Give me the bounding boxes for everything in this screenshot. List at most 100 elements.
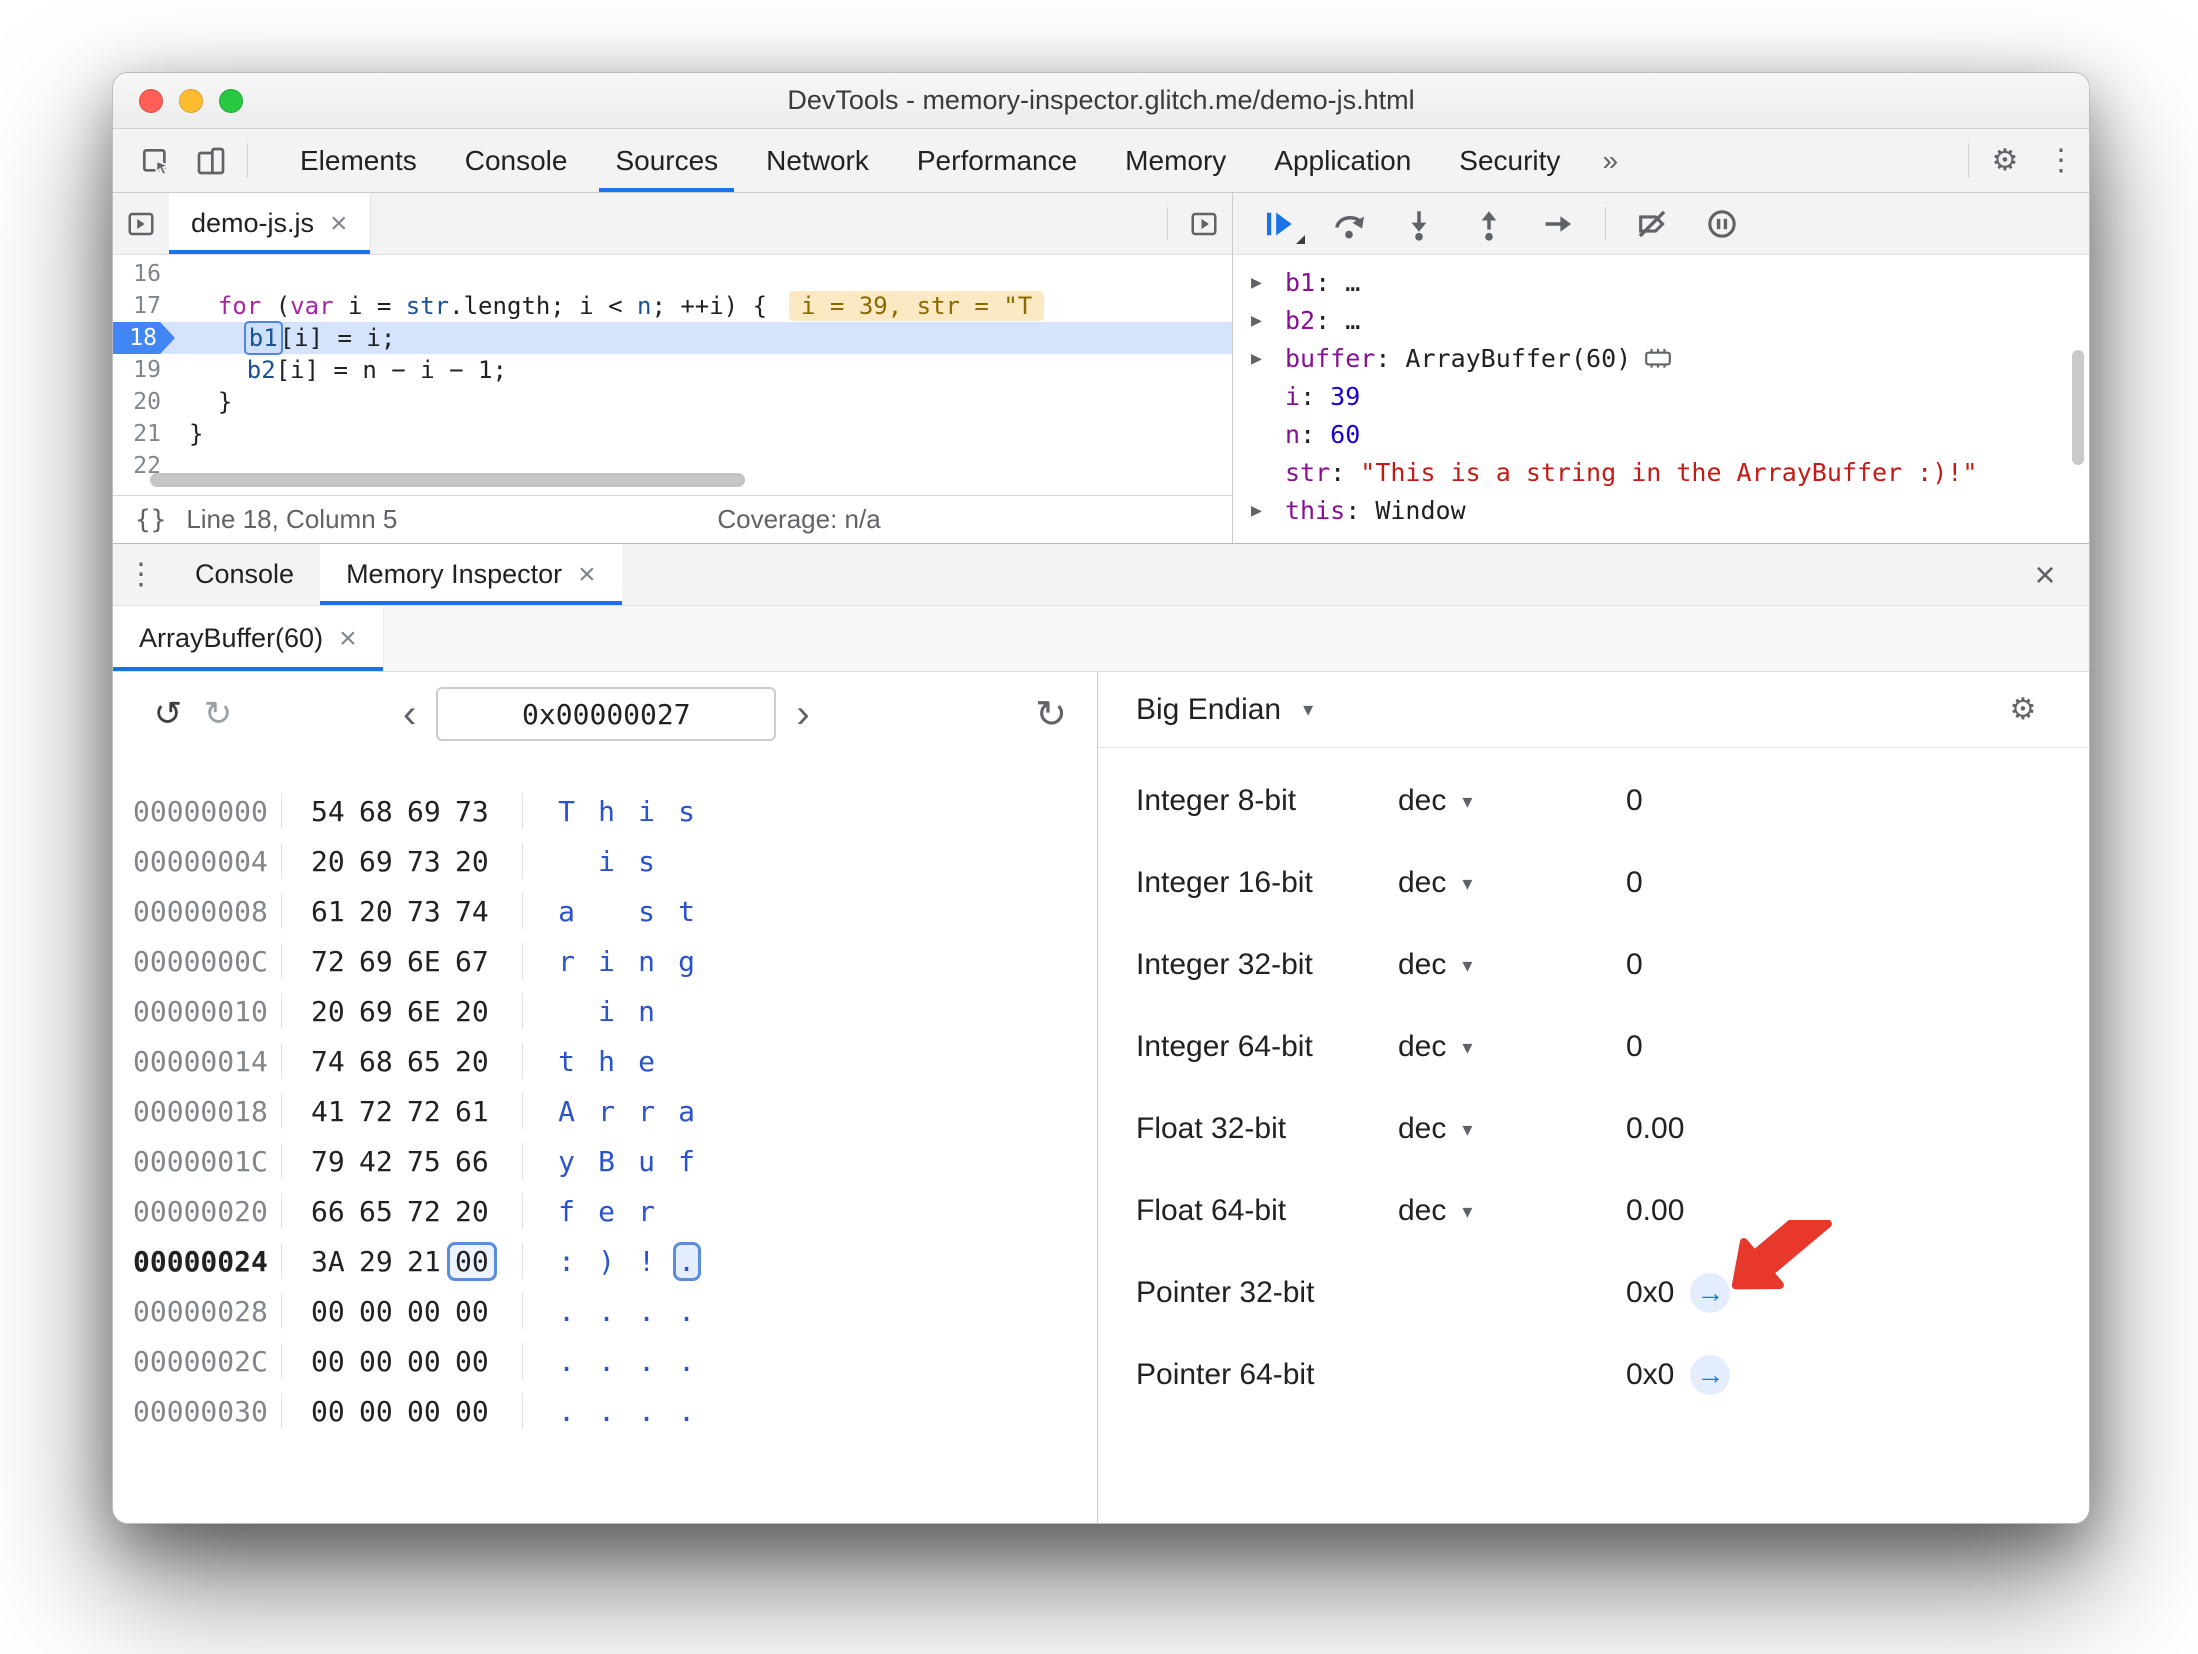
memory-byte[interactable]: 00 (404, 1342, 452, 1381)
more-tabs-button[interactable]: » (1584, 129, 1636, 192)
drawer-tab-console[interactable]: Console (169, 544, 320, 605)
memory-byte[interactable]: 72 (356, 1092, 404, 1131)
next-page-icon[interactable]: › (796, 694, 809, 734)
device-toolbar-icon[interactable] (183, 129, 239, 192)
memory-byte[interactable]: 00 (452, 1392, 500, 1431)
memory-ascii-char[interactable]: : (549, 1242, 589, 1281)
step-into-button[interactable] (1387, 198, 1451, 250)
memory-byte[interactable]: 75 (404, 1142, 452, 1181)
disclosure-icon[interactable]: ▶ (1251, 500, 1285, 521)
tab-network[interactable]: Network (742, 129, 893, 192)
tab-security[interactable]: Security (1435, 129, 1584, 192)
memory-byte[interactable]: 69 (404, 792, 452, 831)
memory-ascii-char[interactable]: u (629, 1142, 669, 1181)
memory-ascii-char[interactable]: . (549, 1342, 589, 1381)
tab-application[interactable]: Application (1250, 129, 1435, 192)
memory-byte[interactable]: 20 (308, 842, 356, 881)
close-icon[interactable]: × (578, 558, 596, 592)
memory-ascii-char[interactable]: . (669, 1292, 709, 1331)
scope-row-this[interactable]: ▶ this: Window (1233, 491, 2089, 529)
memory-ascii-char[interactable]: . (629, 1292, 669, 1331)
memory-byte[interactable]: 69 (356, 842, 404, 881)
memory-byte[interactable]: 29 (356, 1242, 404, 1281)
memory-ascii-char[interactable]: n (629, 992, 669, 1031)
scope-row-buffer[interactable]: ▶ buffer: ArrayBuffer(60) (1233, 339, 2089, 377)
kebab-menu-icon[interactable]: ⋮ (2033, 129, 2089, 192)
memory-ascii-char[interactable]: s (629, 892, 669, 931)
memory-byte[interactable]: 74 (308, 1042, 356, 1081)
memory-byte[interactable]: 00 (356, 1292, 404, 1331)
redo-icon[interactable]: ↻ (193, 694, 243, 734)
line-number[interactable]: 20 (113, 386, 175, 418)
memory-byte[interactable]: 66 (452, 1142, 500, 1181)
close-drawer-icon[interactable]: × (2017, 544, 2073, 605)
memory-ascii-char[interactable]: . (589, 1392, 629, 1431)
close-window-button[interactable] (139, 88, 163, 113)
memory-byte[interactable]: 6E (404, 992, 452, 1031)
memory-ascii-char[interactable]: . (589, 1292, 629, 1331)
line-number[interactable]: 18 (113, 322, 175, 354)
format-select[interactable]: dec ▾ (1398, 1112, 1626, 1146)
close-icon[interactable]: × (330, 207, 348, 241)
memory-byte[interactable]: 00 (356, 1342, 404, 1381)
tab-memory[interactable]: Memory (1101, 129, 1250, 192)
memory-byte[interactable]: 41 (308, 1092, 356, 1131)
address-input[interactable] (436, 687, 777, 741)
memory-ascii-char[interactable] (669, 1192, 709, 1231)
memory-byte[interactable]: 00 (452, 1342, 500, 1381)
memory-ascii-char[interactable]: . (669, 1392, 709, 1431)
memory-icon[interactable] (1643, 347, 1673, 369)
memory-byte[interactable]: 21 (404, 1242, 452, 1281)
memory-byte[interactable]: 79 (308, 1142, 356, 1181)
line-number[interactable]: 16 (113, 258, 175, 290)
memory-ascii-char[interactable]: f (549, 1192, 589, 1231)
memory-byte[interactable]: 69 (356, 992, 404, 1031)
memory-ascii-char[interactable] (549, 992, 589, 1031)
memory-byte[interactable]: 69 (356, 942, 404, 981)
memory-ascii-char[interactable]: s (669, 792, 709, 831)
memory-byte[interactable]: 68 (356, 1042, 404, 1081)
memory-byte[interactable]: 00 (308, 1342, 356, 1381)
memory-byte[interactable]: 20 (308, 992, 356, 1031)
zoom-window-button[interactable] (219, 88, 243, 113)
memory-byte[interactable]: 61 (452, 1092, 500, 1131)
memory-ascii-char[interactable]: r (629, 1192, 669, 1231)
memory-byte[interactable]: 00 (404, 1392, 452, 1431)
memory-ascii-char[interactable]: B (589, 1142, 629, 1181)
code-line[interactable]: 18 b1[i] = i; (113, 321, 1232, 355)
memory-ascii-char[interactable]: g (669, 942, 709, 981)
memory-ascii-char[interactable]: t (669, 892, 709, 931)
memory-byte[interactable]: 00 (308, 1392, 356, 1431)
memory-ascii-char[interactable]: r (549, 942, 589, 981)
memory-byte[interactable]: 20 (452, 1042, 500, 1081)
file-tab-demo-js[interactable]: demo-js.js × (169, 193, 371, 254)
drawer-tab-memory-inspector[interactable]: Memory Inspector × (320, 544, 622, 605)
close-icon[interactable]: × (339, 622, 357, 656)
disclosure-icon[interactable]: ▶ (1251, 310, 1285, 331)
pause-on-exceptions-button[interactable] (1690, 198, 1754, 250)
memory-ascii-char[interactable]: f (669, 1142, 709, 1181)
memory-byte[interactable]: 73 (404, 842, 452, 881)
memory-ascii-char[interactable]: . (549, 1292, 589, 1331)
tab-elements[interactable]: Elements (276, 129, 441, 192)
resume-script-button[interactable] (1247, 198, 1311, 250)
scope-row-b1[interactable]: ▶ b1: … (1233, 263, 2089, 301)
vertical-scrollbar[interactable] (2072, 350, 2084, 465)
memory-ascii-char[interactable]: . (669, 1342, 709, 1381)
step-out-button[interactable] (1457, 198, 1521, 250)
memory-ascii-char[interactable]: i (589, 842, 629, 881)
scope-row-n[interactable]: n: 60 (1233, 415, 2089, 453)
format-select[interactable]: dec ▾ (1398, 866, 1626, 900)
memory-ascii-char[interactable]: . (669, 1241, 709, 1281)
memory-byte[interactable]: 73 (452, 792, 500, 831)
memory-byte[interactable]: 61 (308, 892, 356, 931)
step-button[interactable] (1527, 198, 1591, 250)
scope-row-b2[interactable]: ▶ b2: … (1233, 301, 2089, 339)
memory-byte[interactable]: 00 (308, 1292, 356, 1331)
memory-ascii-char[interactable] (669, 1042, 709, 1081)
step-over-button[interactable] (1317, 198, 1381, 250)
pretty-print-icon[interactable]: {} (135, 505, 166, 535)
code-line[interactable]: 16 (113, 258, 1232, 290)
memory-ascii-char[interactable] (669, 992, 709, 1031)
disclosure-icon[interactable]: ▶ (1251, 272, 1285, 293)
